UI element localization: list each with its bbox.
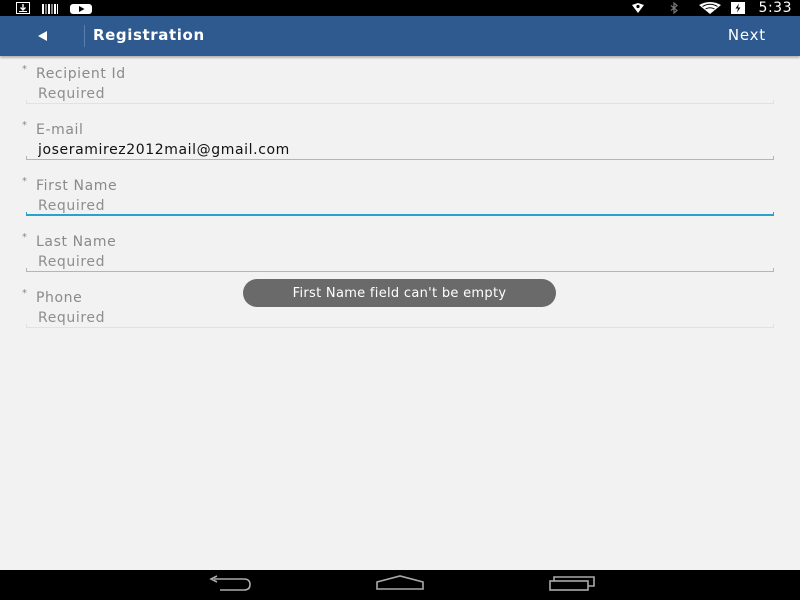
location-icon [631, 0, 645, 18]
back-arrow-icon [36, 27, 48, 46]
recipient-id-input[interactable] [26, 84, 774, 104]
field-recipient-id: * Recipient Id [0, 56, 800, 112]
field-label: First Name [36, 178, 118, 194]
input-underline [26, 212, 774, 216]
download-icon [16, 0, 30, 18]
next-button[interactable]: Next [728, 26, 766, 44]
nav-bar [0, 570, 800, 600]
phone-input[interactable] [26, 308, 774, 328]
toast-message: First Name field can't be empty [243, 279, 556, 307]
required-marker: * [22, 176, 27, 187]
field-label: Last Name [36, 234, 117, 250]
back-button[interactable] [28, 24, 56, 48]
field-label: E-mail [36, 122, 84, 138]
field-label: Recipient Id [36, 66, 126, 82]
action-bar: Registration Next [0, 16, 800, 56]
nav-home-button[interactable] [374, 574, 426, 596]
recents-icon [548, 575, 596, 595]
input-underline [26, 268, 774, 272]
status-time: 5:33 [758, 0, 792, 16]
field-label: Phone [36, 290, 83, 306]
input-underline [26, 100, 774, 104]
field-email: * E-mail [0, 112, 800, 168]
field-first-name: * First Name [0, 168, 800, 224]
input-underline [26, 324, 774, 328]
first-name-input[interactable] [26, 196, 774, 216]
required-marker: * [22, 64, 27, 75]
bluetooth-icon [669, 0, 679, 18]
required-marker: * [22, 120, 27, 131]
barcode-icon [42, 0, 58, 18]
battery-icon [730, 0, 745, 18]
required-marker: * [22, 232, 27, 243]
email-input[interactable] [26, 140, 774, 160]
home-icon [375, 575, 425, 595]
wifi-icon [698, 0, 721, 18]
page-title: Registration [93, 26, 205, 44]
required-marker: * [22, 288, 27, 299]
status-bar: 5:33 [0, 0, 800, 16]
back-icon [206, 575, 252, 595]
action-bar-divider [84, 25, 85, 47]
nav-recents-button[interactable] [547, 574, 597, 596]
video-icon [70, 0, 92, 18]
last-name-input[interactable] [26, 252, 774, 272]
field-last-name: * Last Name [0, 224, 800, 280]
input-underline [26, 156, 774, 160]
nav-back-button[interactable] [204, 574, 254, 596]
